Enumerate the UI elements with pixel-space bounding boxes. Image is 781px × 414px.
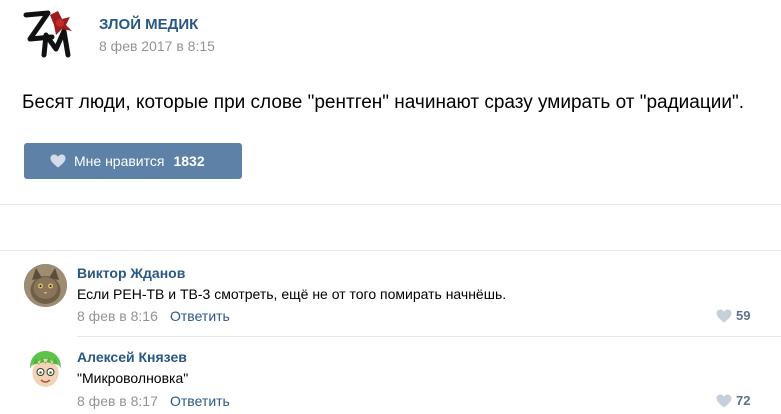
comment-text: "Микроволновка"	[77, 370, 189, 386]
comment-author[interactable]: Алексей Князев	[77, 349, 187, 365]
comment-like-button[interactable]: 59	[716, 308, 750, 323]
like-count: 1832	[173, 153, 205, 169]
avatar[interactable]	[24, 264, 67, 307]
comment-like-button[interactable]: 72	[716, 393, 750, 408]
avatar[interactable]	[24, 348, 67, 391]
comment-like-count: 59	[736, 308, 751, 323]
post-author[interactable]: ЗЛОЙ МЕДИК	[99, 16, 198, 33]
comment-author[interactable]: Виктор Жданов	[77, 265, 185, 281]
like-label: Мне нравится	[74, 153, 165, 169]
divider	[77, 336, 781, 337]
divider	[0, 204, 781, 205]
post-text: Бесят люди, которые при слове "рентген" …	[22, 92, 744, 113]
divider	[0, 250, 781, 251]
comment-date[interactable]: 8 фев в 8:17	[77, 393, 158, 409]
reply-button[interactable]: Ответить	[170, 308, 230, 324]
like-button[interactable]: Мне нравится 1832	[24, 143, 242, 179]
community-logo[interactable]	[22, 9, 78, 59]
comment-like-count: 72	[736, 393, 751, 408]
comment-text: Если РЕН-ТВ и ТВ-3 смотреть, ещё не от т…	[77, 286, 507, 302]
heart-icon	[716, 309, 732, 322]
comment-date[interactable]: 8 фев в 8:16	[77, 308, 158, 324]
reply-button[interactable]: Ответить	[170, 393, 230, 409]
post-date[interactable]: 8 фев 2017 в 8:15	[99, 38, 215, 54]
heart-icon	[50, 154, 66, 168]
heart-icon	[716, 394, 732, 407]
